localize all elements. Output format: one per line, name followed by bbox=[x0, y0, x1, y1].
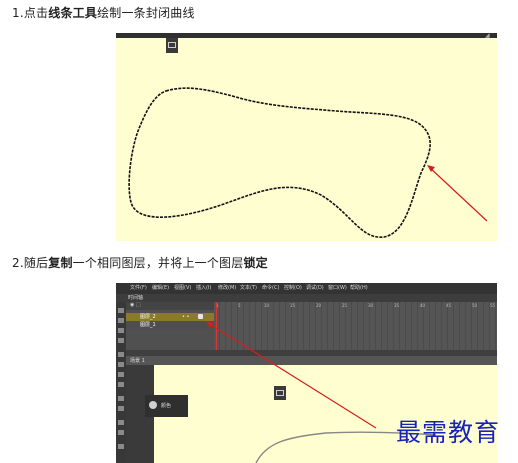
tool-name: 线条工具 bbox=[48, 6, 98, 20]
tool-icon bbox=[168, 42, 176, 48]
floating-tool-panel[interactable] bbox=[166, 38, 178, 53]
screenshot-stage-curve: ◢ bbox=[116, 33, 497, 241]
closed-curve bbox=[128, 87, 431, 238]
pointer-arrow-1 bbox=[428, 166, 488, 222]
lock-keyword: 锁定 bbox=[243, 256, 268, 270]
pointer-arrow-2 bbox=[207, 322, 377, 429]
step-2-caption: 2.随后复制一个相同图层，并将上一个图层锁定 bbox=[12, 256, 268, 270]
step-1-caption: 1.点击线条工具绘制一条封闭曲线 bbox=[12, 6, 195, 20]
copy-keyword: 复制 bbox=[48, 256, 73, 270]
watermark-logo: 最需教育 bbox=[396, 418, 501, 447]
resize-icon[interactable]: ◢ bbox=[485, 33, 493, 39]
closed-curve-drawing bbox=[128, 87, 488, 238]
pointer-arrowhead-2 bbox=[206, 321, 214, 328]
